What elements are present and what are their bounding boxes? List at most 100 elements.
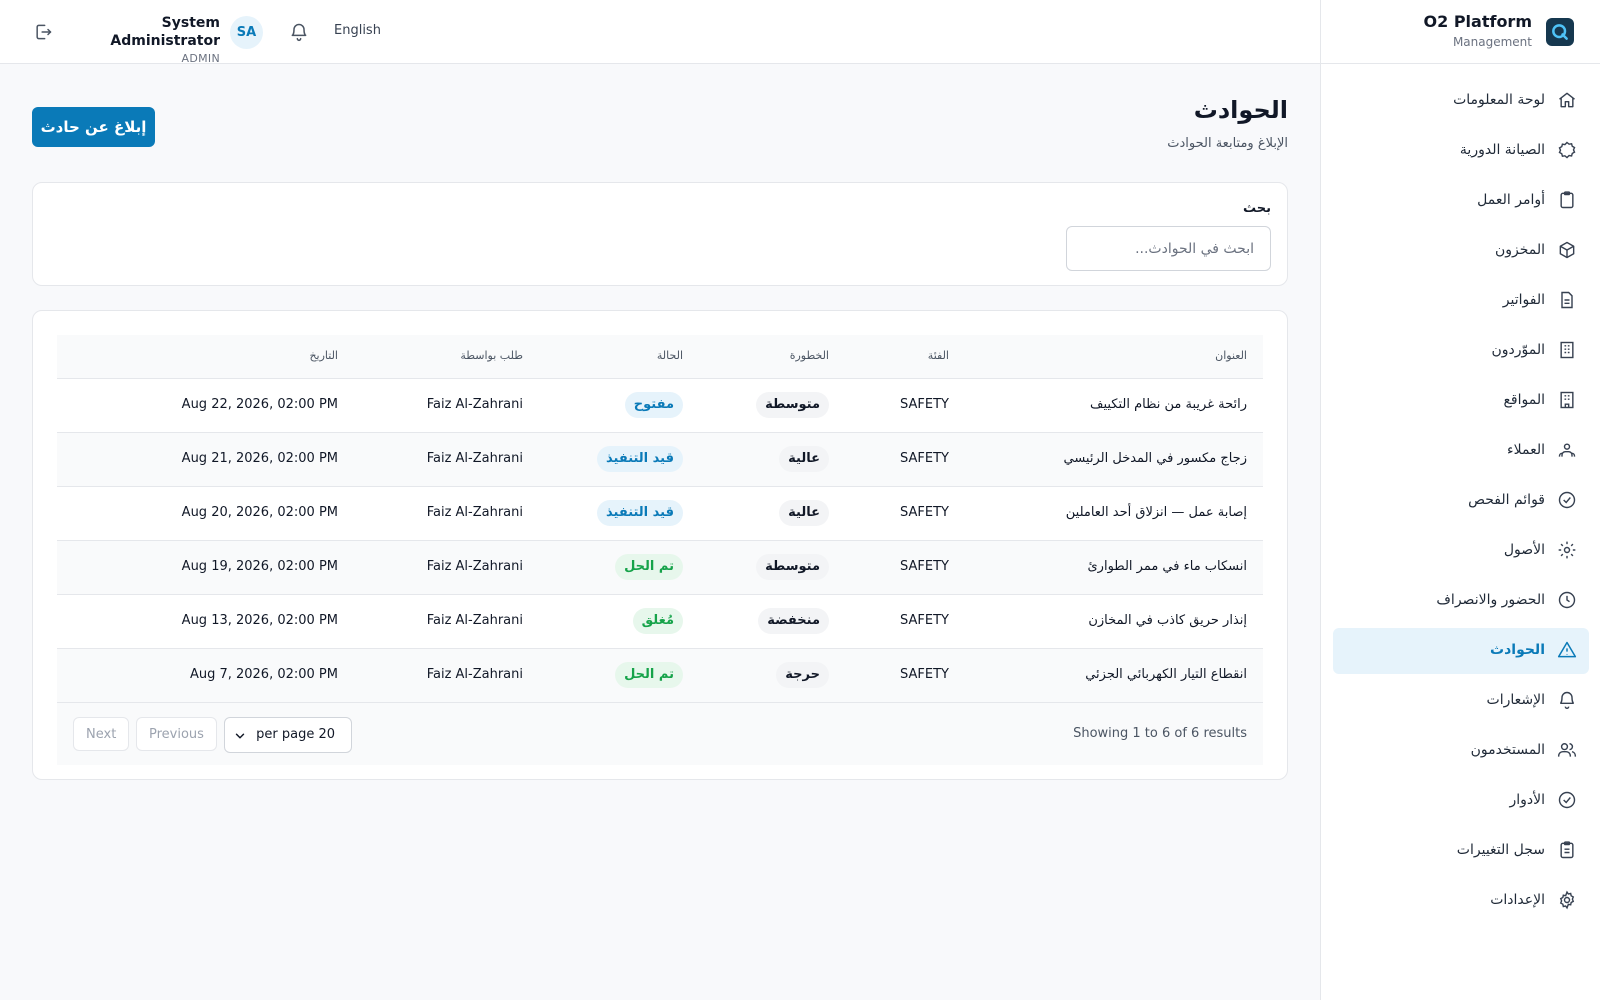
per-page-value: per page 20 (256, 727, 335, 742)
box-icon (1557, 240, 1577, 260)
notification-bell-icon[interactable] (289, 22, 309, 42)
top-bar: System Administrator ADMIN SA English (0, 0, 1320, 65)
column-header-requested-by[interactable]: طلب بواسطة (460, 349, 523, 362)
cell-date: Aug 21, 2026, 02:00 PM (181, 451, 338, 466)
page-title: الحوادث (1193, 96, 1288, 124)
sidebar-item-assets[interactable]: الأصول (1333, 528, 1589, 574)
badge-icon (1557, 140, 1577, 160)
sidebar-item-dashboard[interactable]: لوحة المعلومات (1333, 78, 1589, 124)
user-name: System Administrator (110, 15, 220, 49)
cell-date: Aug 13, 2026, 02:00 PM (181, 613, 338, 628)
sidebar-item-attendance[interactable]: الحضور والانصراف (1333, 578, 1589, 624)
check-circle-icon (1557, 490, 1577, 510)
settings-icon (1557, 890, 1577, 910)
search-card: بحث (32, 182, 1288, 286)
sidebar-item-label: الإعدادات (1490, 892, 1545, 908)
user-role: ADMIN (181, 52, 220, 65)
brand-title: O2 Platform (1423, 12, 1532, 31)
sidebar-item-label: العملاء (1507, 442, 1545, 458)
sidebar-item-users[interactable]: المستخدمون (1333, 728, 1589, 774)
sidebar-item-notifications[interactable]: الإشعارات (1333, 678, 1589, 724)
sidebar-item-label: الحوادث (1490, 642, 1545, 658)
sidebar-item-label: المواقع (1503, 392, 1545, 408)
brand-subtitle: Management (1452, 35, 1532, 49)
cell-requested-by: Faiz Al-Zahrani (426, 451, 523, 466)
sidebar-item-settings[interactable]: الإعدادات (1333, 878, 1589, 924)
page-subtitle: الإبلاغ ومتابعة الحوادث (1167, 136, 1288, 151)
table-row[interactable]: إصابة عمل — انزلاق أحد العاملين SAFETY ع… (57, 487, 1263, 541)
sidebar-item-suppliers[interactable]: الموّردون (1333, 328, 1589, 374)
bell-icon (1557, 690, 1577, 710)
table-row[interactable]: إنذار حريق كاذب في المخازن SAFETY منخفضة… (57, 595, 1263, 649)
chevron-down-icon (233, 728, 247, 742)
sidebar-item-label: الصيانة الدورية (1459, 142, 1545, 158)
avatar[interactable]: SA (230, 16, 263, 49)
table-row[interactable]: انقطاع التيار الكهربائي الجزئي SAFETY حر… (57, 649, 1263, 703)
cell-requested-by: Faiz Al-Zahrani (426, 667, 523, 682)
table-row[interactable]: انسكاب ماء في ممر الطوارئ SAFETY متوسطة … (57, 541, 1263, 595)
sidebar-nav: لوحة المعلومات الصيانة الدورية أوامر الع… (1333, 78, 1589, 928)
sidebar-item-checklists[interactable]: قوائم الفحص (1333, 478, 1589, 524)
logout-icon[interactable] (32, 22, 54, 42)
severity-badge: متوسطة (756, 554, 829, 580)
cell-category: SAFETY (900, 505, 949, 520)
clock-icon (1557, 590, 1577, 610)
status-badge: تم الحل (615, 662, 683, 688)
pagination-bar: Showing 1 to 6 of 6 results per page 20 … (57, 703, 1263, 765)
search-input[interactable] (1066, 226, 1271, 271)
previous-page-button[interactable]: Previous (136, 717, 217, 751)
status-badge: تم الحل (615, 554, 683, 580)
cog-icon (1557, 540, 1577, 560)
table-row[interactable]: زجاج مكسور في المدخل الرئيسي SAFETY عالي… (57, 433, 1263, 487)
status-badge: قيد التنفيذ (597, 446, 683, 472)
warning-triangle-icon (1557, 640, 1577, 660)
sidebar-item-incidents[interactable]: الحوادث (1333, 628, 1589, 674)
column-header-severity[interactable]: الخطورة (790, 349, 829, 362)
next-page-button[interactable]: Next (73, 717, 130, 751)
language-switcher[interactable]: English (334, 23, 381, 38)
severity-badge: متوسطة (756, 392, 829, 418)
sidebar-item-label: المستخدمون (1470, 742, 1545, 758)
report-incident-button[interactable]: إبلاغ عن حادث (32, 107, 155, 147)
column-header-title[interactable]: العنوان (1215, 349, 1247, 362)
status-badge: مفتوح (624, 392, 683, 418)
cell-requested-by: Faiz Al-Zahrani (426, 505, 523, 520)
sidebar-item-label: الموّردون (1491, 342, 1545, 358)
cell-title: إنذار حريق كاذب في المخازن (1088, 613, 1247, 628)
incidents-table-card: العنوان الفئة الخطورة الحالة طلب بواسطة … (32, 310, 1288, 780)
sidebar-item-inventory[interactable]: المخزون (1333, 228, 1589, 274)
column-header-category[interactable]: الفئة (928, 349, 949, 362)
cell-date: Aug 19, 2026, 02:00 PM (181, 559, 338, 574)
column-header-date[interactable]: التاريخ (309, 349, 338, 362)
cell-requested-by: Faiz Al-Zahrani (426, 559, 523, 574)
cell-title: انسكاب ماء في ممر الطوارئ (1087, 559, 1248, 574)
cell-title: انقطاع التيار الكهربائي الجزئي (1085, 667, 1247, 682)
column-header-status[interactable]: الحالة (657, 349, 683, 362)
severity-badge: منخفضة (758, 608, 829, 634)
clipboard-list-icon (1557, 840, 1577, 860)
building-icon (1557, 340, 1577, 360)
per-page-select[interactable]: per page 20 (224, 717, 352, 753)
sidebar-item-roles[interactable]: الأدوار (1333, 778, 1589, 824)
table-row[interactable]: رائحة غريبة من نظام التكييف SAFETY متوسط… (57, 379, 1263, 433)
document-icon (1557, 290, 1577, 310)
building-icon (1557, 390, 1577, 410)
user-group-icon (1557, 440, 1577, 460)
severity-badge: عالية (779, 500, 829, 526)
cell-requested-by: Faiz Al-Zahrani (426, 397, 523, 412)
sidebar-item-label: سجل التغييرات (1456, 842, 1545, 858)
sidebar-item-invoices[interactable]: الفواتير (1333, 278, 1589, 324)
cell-title: رائحة غريبة من نظام التكييف (1089, 397, 1247, 412)
table-header: العنوان الفئة الخطورة الحالة طلب بواسطة … (57, 335, 1263, 379)
sidebar-item-locations[interactable]: المواقع (1333, 378, 1589, 424)
sidebar-item-label: الإشعارات (1486, 692, 1545, 708)
cell-category: SAFETY (900, 397, 949, 412)
search-label: بحث (1242, 201, 1271, 216)
sidebar-item-changelog[interactable]: سجل التغييرات (1333, 828, 1589, 874)
logo-icon (1546, 18, 1574, 46)
sidebar-item-work-orders[interactable]: أوامر العمل (1333, 178, 1589, 224)
sidebar-item-customers[interactable]: العملاء (1333, 428, 1589, 474)
status-badge: مُغلق (632, 608, 683, 634)
cell-category: SAFETY (900, 613, 949, 628)
sidebar-item-preventive-maintenance[interactable]: الصيانة الدورية (1333, 128, 1589, 174)
